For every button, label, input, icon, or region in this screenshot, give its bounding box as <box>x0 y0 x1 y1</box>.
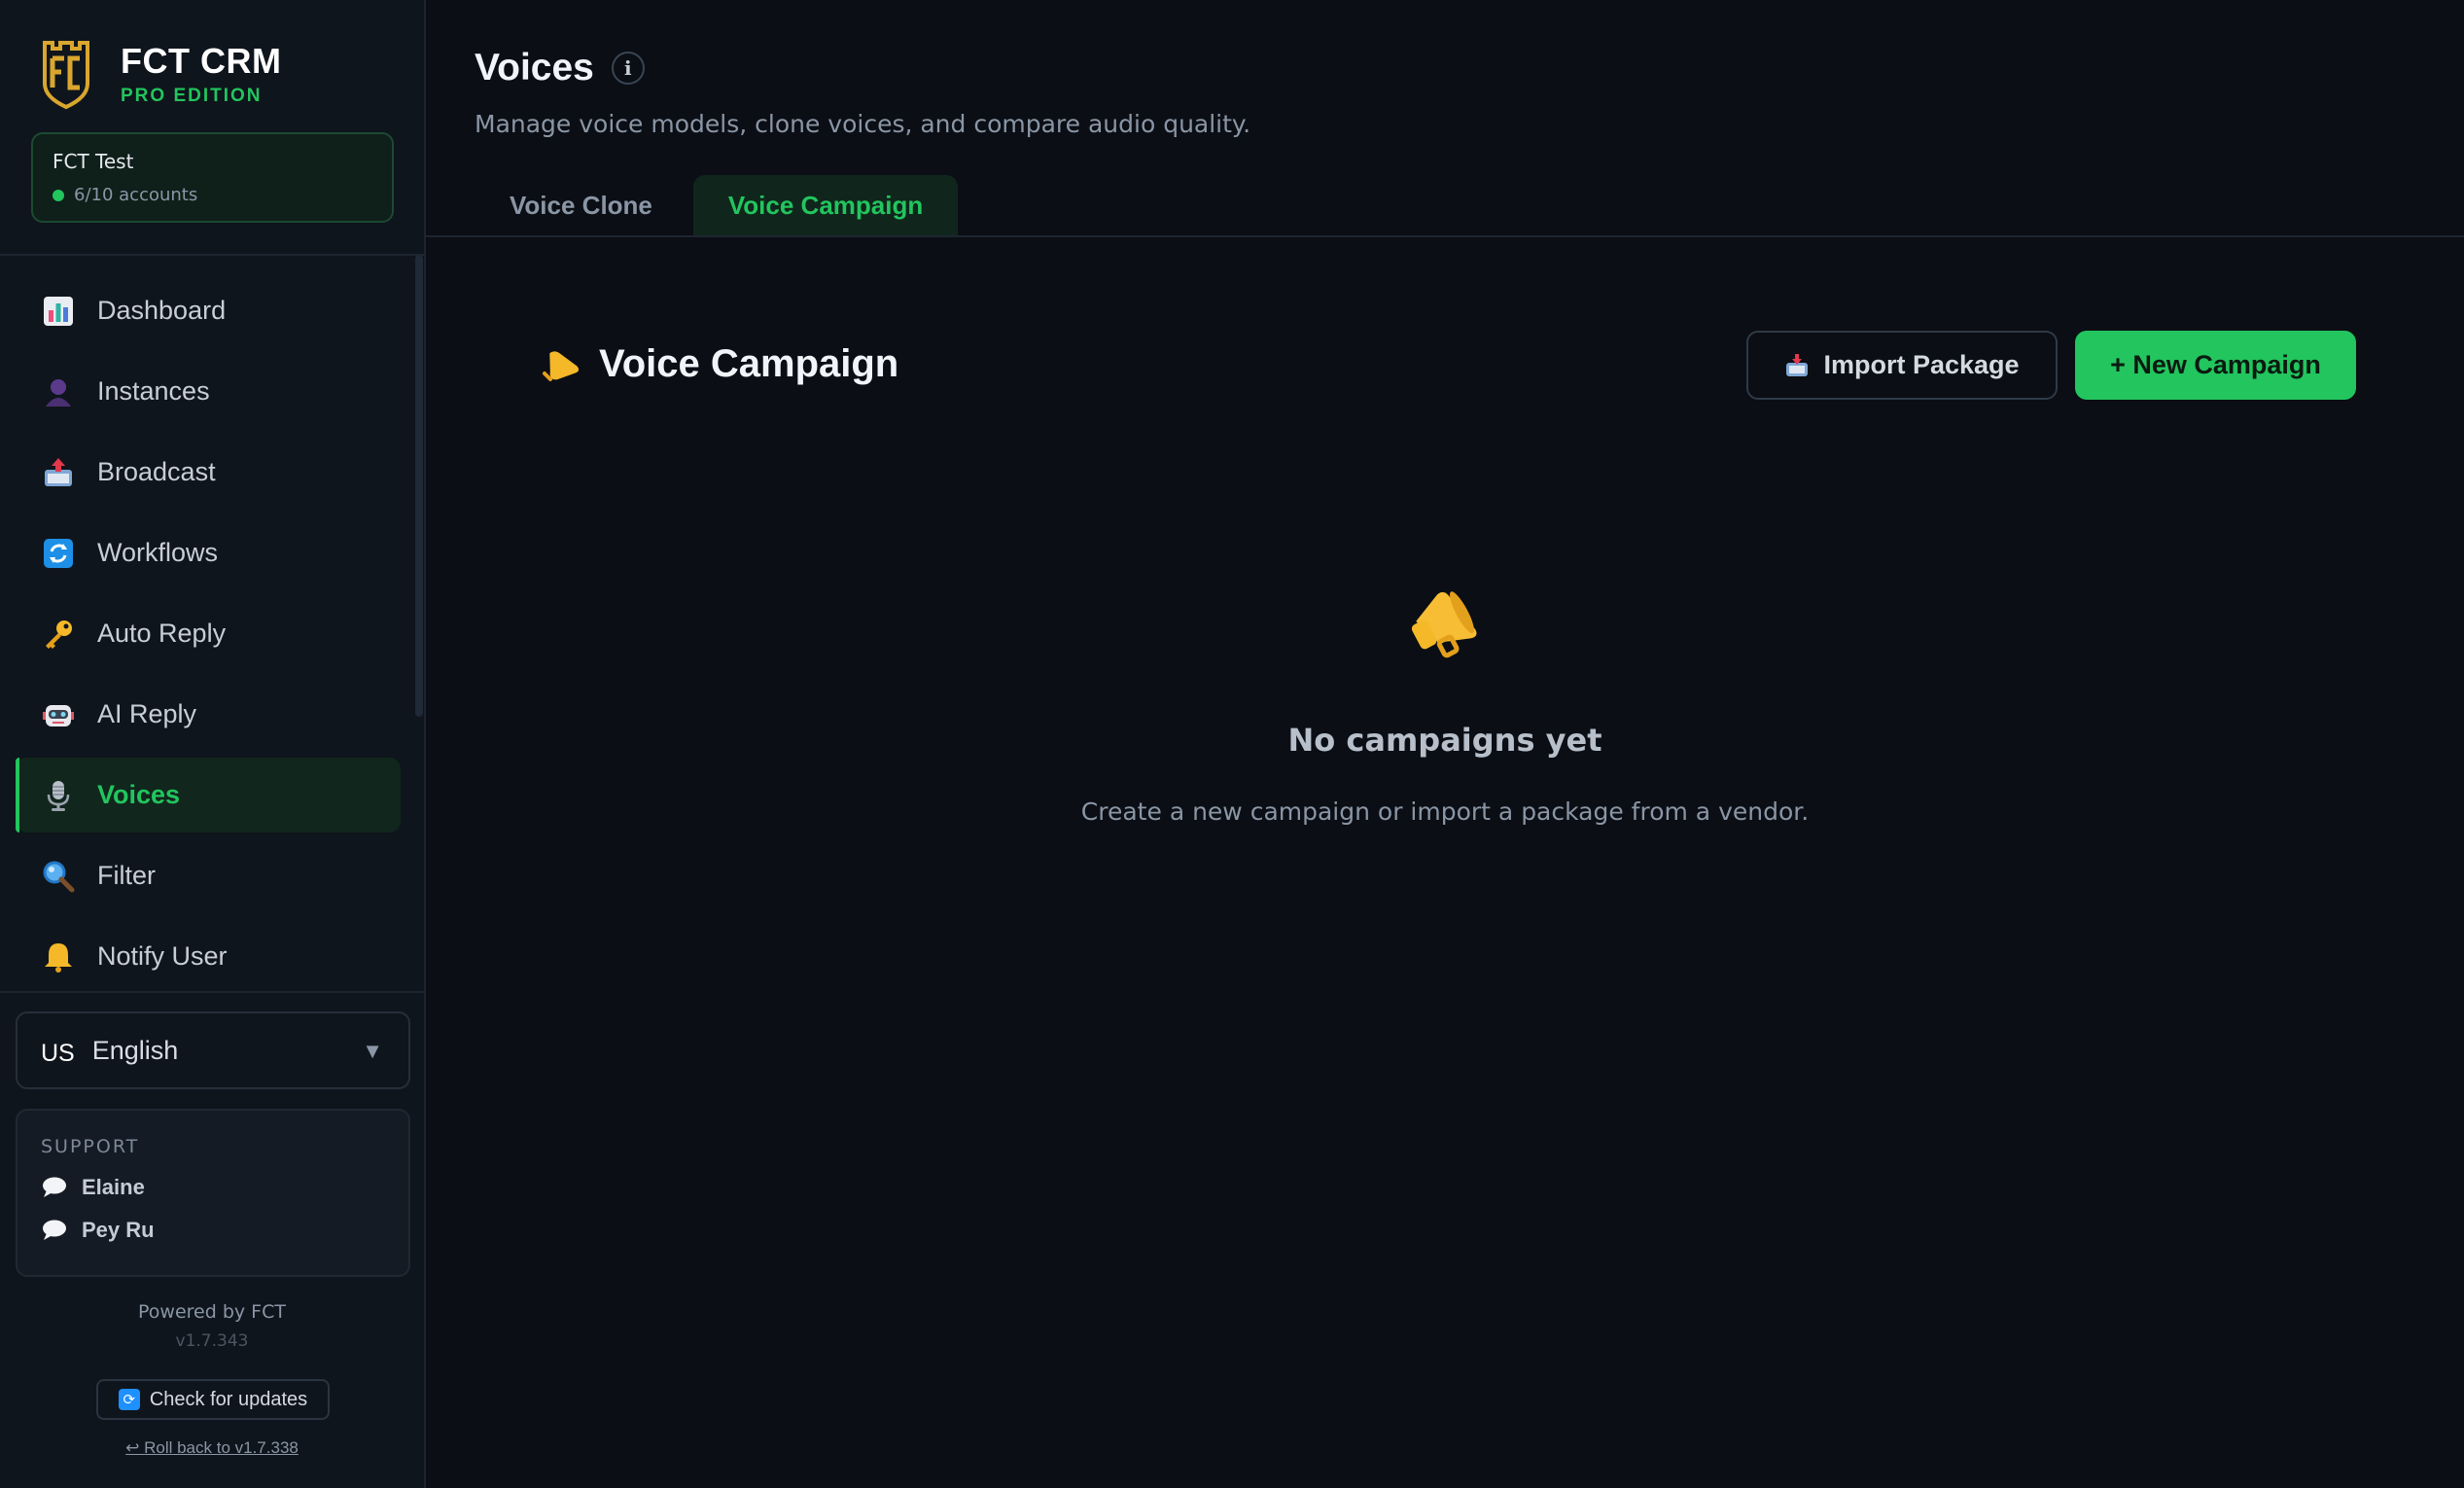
sidebar: FCT CRM PRO EDITION FCT Test 6/10 accoun… <box>0 0 426 1488</box>
language-select[interactable]: US English ▼ <box>16 1011 410 1089</box>
empty-state-text: Create a new campaign or import a packag… <box>1080 797 1810 826</box>
robot-icon <box>41 697 76 732</box>
sidebar-nav: Dashboard Instances Broadcast Workflows <box>16 273 401 1000</box>
sidebar-item-notify-user[interactable]: Notify User <box>16 919 401 994</box>
sidebar-item-label: Voices <box>97 780 181 809</box>
megaphone-icon <box>543 350 580 381</box>
sidebar-item-label: Filter <box>97 861 156 890</box>
refresh-arrows-icon <box>41 536 76 571</box>
magnifier-icon <box>41 859 76 894</box>
new-campaign-button[interactable]: + New Campaign <box>2075 331 2356 400</box>
powered-by: Powered by FCT <box>138 1301 286 1323</box>
sidebar-item-label: Broadcast <box>97 457 216 486</box>
account-count: 6/10 accounts <box>74 185 198 205</box>
app-version: v1.7.343 <box>175 1331 249 1351</box>
empty-state: No campaigns yet Create a new campaign o… <box>426 580 2464 826</box>
sidebar-item-dashboard[interactable]: Dashboard <box>16 273 401 348</box>
sidebar-item-auto-reply[interactable]: Auto Reply <box>16 596 401 671</box>
page-title: Voices <box>475 47 594 89</box>
user-silhouette-icon <box>41 374 76 409</box>
check-updates-button[interactable]: ⟳ Check for updates <box>96 1379 330 1420</box>
sidebar-item-label: Workflows <box>97 538 219 567</box>
tabs-divider <box>426 235 2464 237</box>
us-flag-icon: US <box>41 1039 75 1067</box>
tab-voice-campaign[interactable]: Voice Campaign <box>692 175 959 235</box>
account-name: FCT Test <box>53 150 134 173</box>
brand[interactable]: FCT CRM PRO EDITION <box>39 37 281 111</box>
support-contact-name: Pey Ru <box>82 1218 155 1242</box>
sidebar-divider <box>0 991 424 993</box>
sidebar-item-ai-reply[interactable]: AI Reply <box>16 677 401 752</box>
brand-edition: PRO EDITION <box>121 86 263 106</box>
voice-tabs: Voice Clone Voice Campaign <box>475 175 959 235</box>
sidebar-item-label: Auto Reply <box>97 619 227 648</box>
new-campaign-label: + New Campaign <box>2110 350 2321 379</box>
chevron-down-icon: ▼ <box>362 1039 383 1063</box>
sidebar-item-label: Notify User <box>97 941 228 971</box>
tab-voice-clone[interactable]: Voice Clone <box>475 175 687 235</box>
empty-state-title: No campaigns yet <box>1287 722 1602 759</box>
sidebar-scrollbar[interactable] <box>415 255 423 717</box>
speech-bubble-icon <box>43 1177 66 1197</box>
outbox-tray-icon <box>41 455 76 490</box>
sidebar-item-label: AI Reply <box>97 699 197 728</box>
main-content: Voices i Manage voice models, clone voic… <box>426 0 2464 1488</box>
sidebar-item-broadcast[interactable]: Broadcast <box>16 435 401 510</box>
sidebar-item-filter[interactable]: Filter <box>16 838 401 913</box>
page-subtitle: Manage voice models, clone voices, and c… <box>475 110 1251 138</box>
speech-bubble-icon <box>43 1220 66 1240</box>
import-package-label: Import Package <box>1823 350 2020 379</box>
support-panel: SUPPORT Elaine Pey Ru <box>16 1109 410 1277</box>
brand-name: FCT CRM <box>121 41 282 81</box>
rollback-link[interactable]: ↩ Roll back to v1.7.338 <box>0 1438 424 1458</box>
check-updates-label: Check for updates <box>149 1388 308 1410</box>
support-contact-elaine[interactable]: Elaine <box>41 1175 385 1200</box>
sidebar-item-workflows[interactable]: Workflows <box>16 515 401 590</box>
support-contact-name: Elaine <box>82 1175 145 1199</box>
fct-shield-logo-icon <box>43 41 89 110</box>
sidebar-item-label: Instances <box>97 376 210 406</box>
online-status-dot-icon <box>53 189 64 201</box>
account-card[interactable]: FCT Test 6/10 accounts <box>31 132 394 223</box>
sidebar-item-label: Dashboard <box>97 296 227 325</box>
import-package-button[interactable]: Import Package <box>1746 331 2058 400</box>
microphone-icon <box>41 778 76 813</box>
bell-icon <box>41 939 76 974</box>
sidebar-item-instances[interactable]: Instances <box>16 354 401 429</box>
sidebar-item-voices[interactable]: Voices <box>16 758 401 833</box>
inbox-tray-icon <box>1786 353 1809 376</box>
section-title: Voice Campaign <box>599 342 899 385</box>
support-title: SUPPORT <box>41 1136 140 1157</box>
key-icon <box>41 617 76 652</box>
refresh-icon: ⟳ <box>118 1389 140 1410</box>
language-value: English <box>91 1035 179 1065</box>
dashboard-chart-icon <box>41 294 76 329</box>
sidebar-divider <box>0 254 424 256</box>
megaphone-icon <box>1411 591 1477 658</box>
support-contact-pey-ru[interactable]: Pey Ru <box>41 1218 385 1243</box>
info-icon[interactable]: i <box>611 52 645 85</box>
